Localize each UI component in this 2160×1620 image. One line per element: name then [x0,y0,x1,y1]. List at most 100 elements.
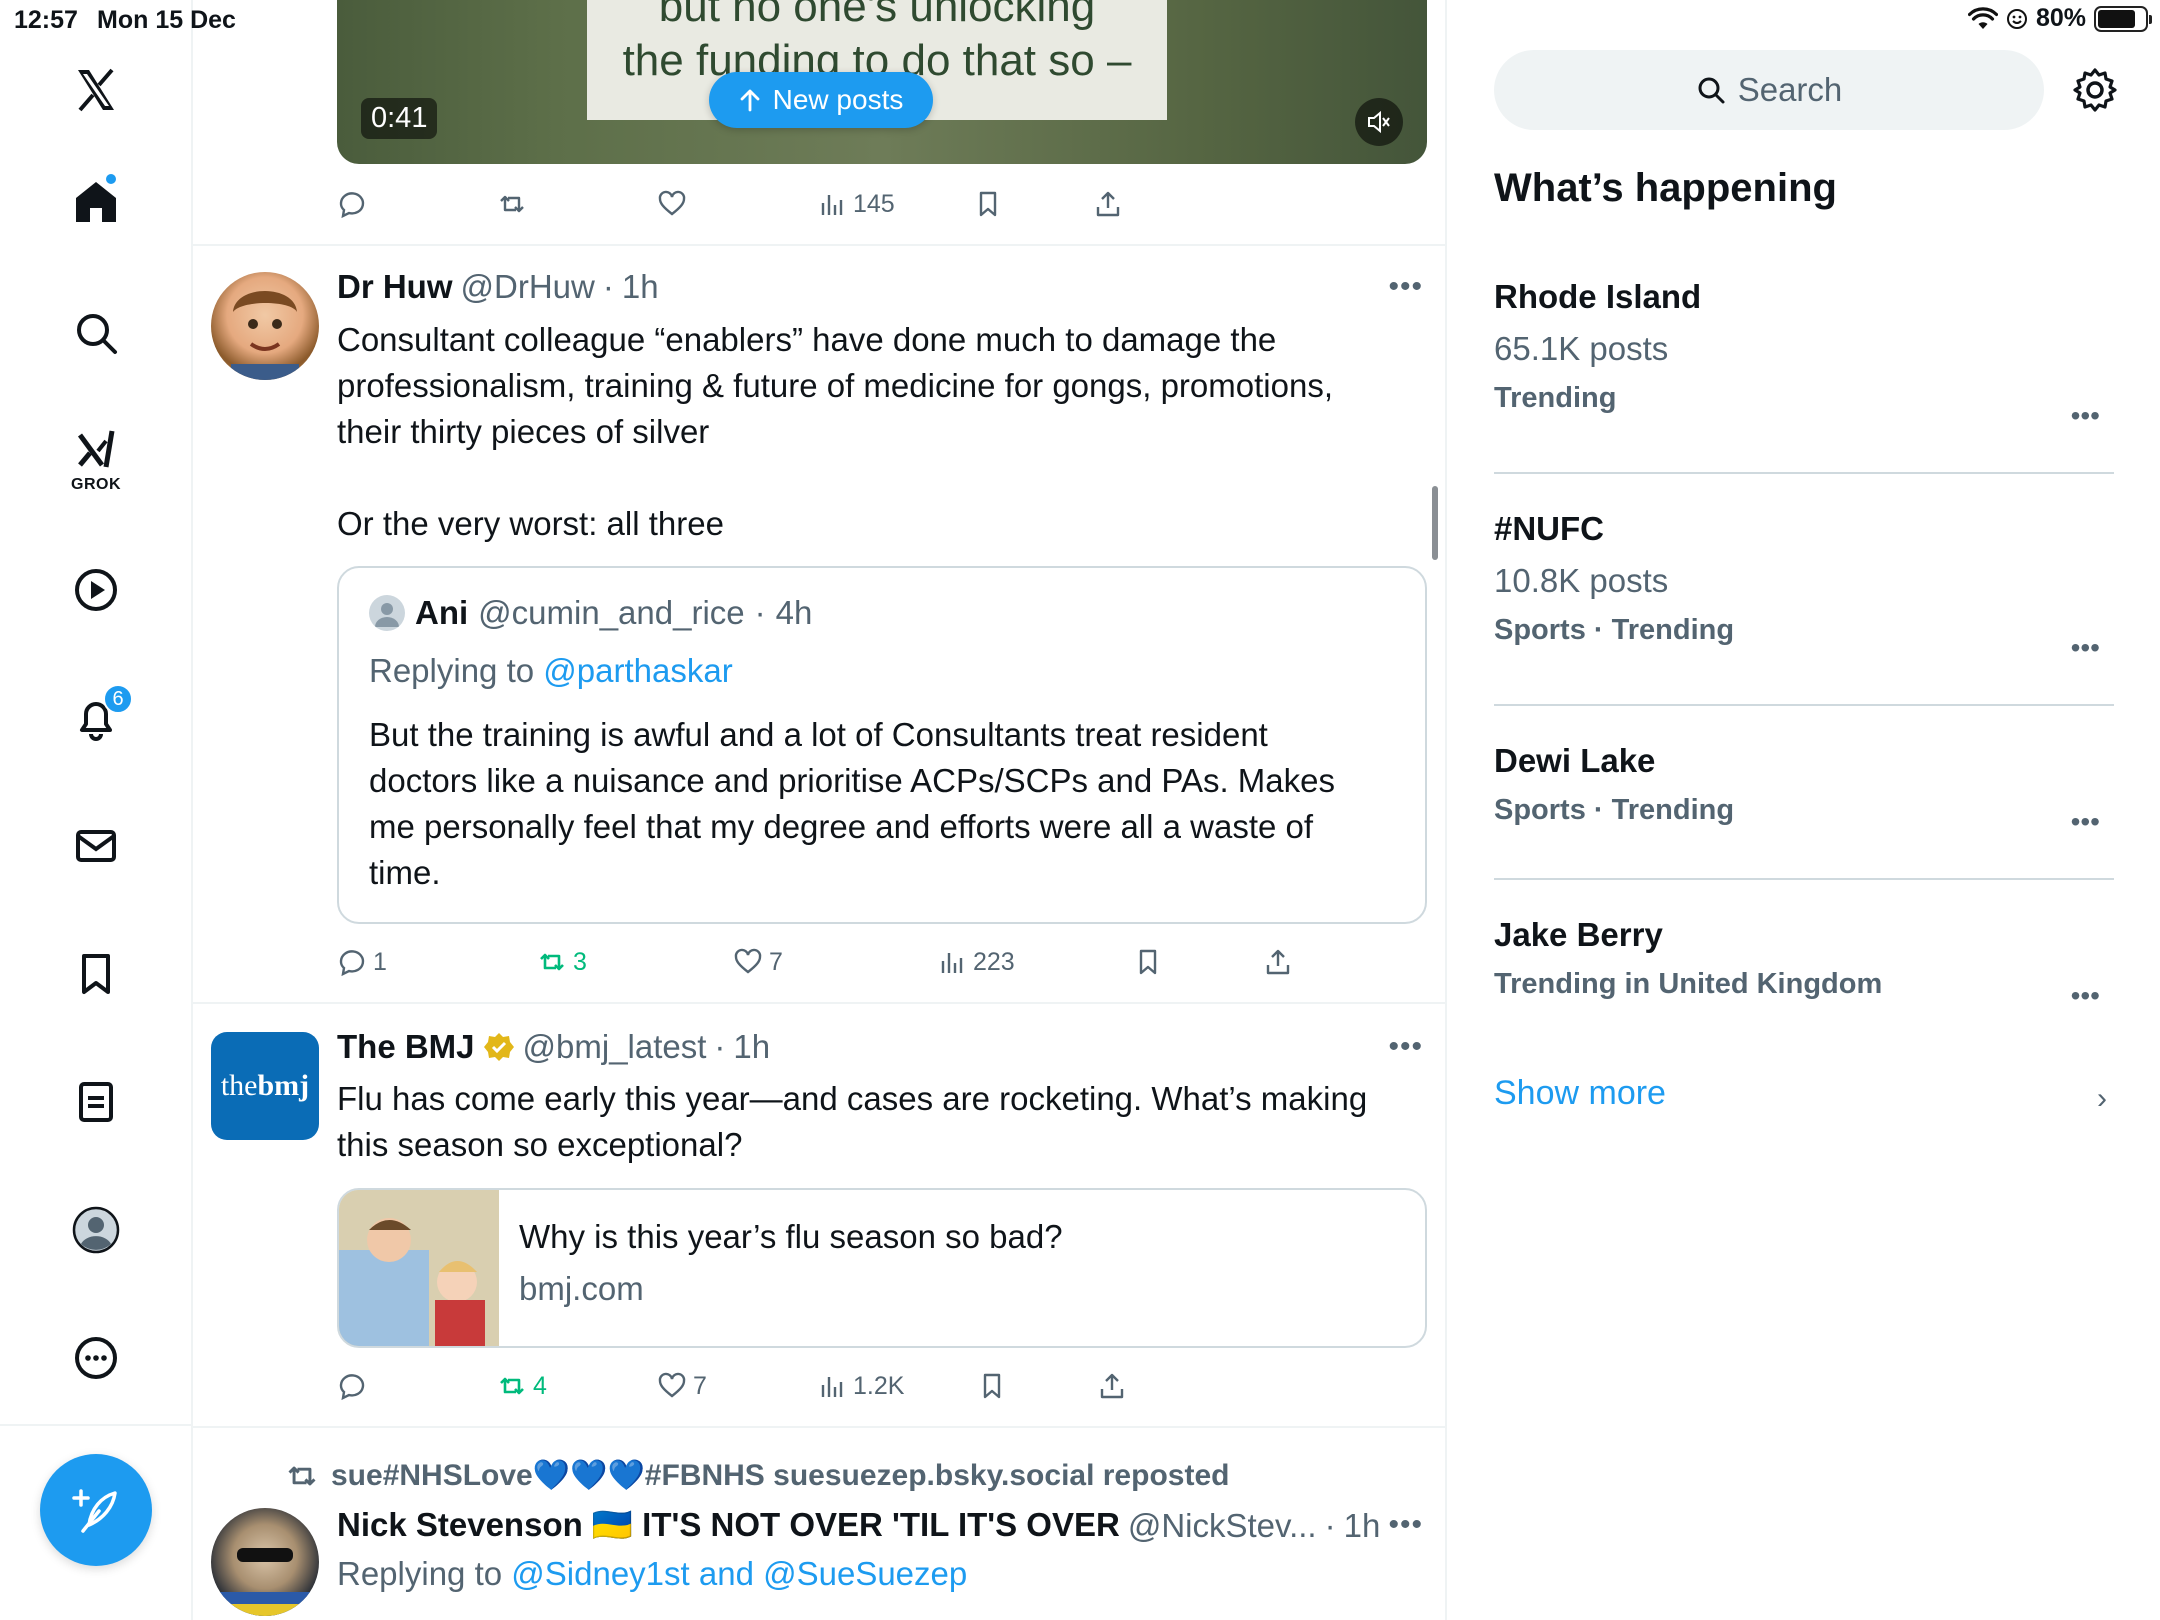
lists-icon[interactable] [56,1062,136,1142]
post-more-icon[interactable]: ••• [1388,270,1423,304]
search-input[interactable]: Search [1494,50,2044,130]
mute-button[interactable] [1355,98,1403,146]
trend-meta: Sports · Trending [1494,614,1735,646]
notifications-icon[interactable]: 6 [56,678,136,758]
author-handle[interactable]: @bmj_latest [523,1028,707,1066]
repost-button[interactable]: 3 [537,947,587,977]
reply-button[interactable] [337,189,367,219]
quote-time: 4h [775,594,813,631]
repost-button[interactable]: 4 [497,1371,547,1401]
bookmark-button[interactable] [1133,947,1163,977]
grok-label: GROK [71,476,121,493]
share-button[interactable] [1093,189,1123,219]
settings-gear-icon[interactable] [2071,66,2119,114]
post-actions: 145 [337,184,1427,224]
views-button[interactable]: 1.2K [817,1371,904,1401]
compose-post-button[interactable] [40,1454,152,1566]
tweet-text-line: Consultant colleague “enablers” have don… [337,321,1277,358]
repost-count: 3 [573,947,587,976]
bookmarks-icon[interactable] [56,934,136,1014]
views-count: 145 [853,189,895,218]
bookmark-button[interactable] [977,1371,1007,1401]
repost-count: 4 [533,1371,547,1400]
post-divider [193,244,1445,246]
grok-icon[interactable]: GROK [56,418,136,498]
trend-item[interactable]: Dewi Lake Sports · Trending ••• [1494,742,2114,842]
compose-feather-icon [72,1489,117,1533]
tweet-header: The BMJ @bmj_latest · 1h [337,1028,770,1066]
share-button[interactable] [1263,947,1293,977]
search-nav-icon[interactable] [56,293,136,373]
avatar-bmj[interactable]: the bmj [211,1032,319,1140]
bookmark-icon [983,1373,1001,1399]
profile-avatar-icon[interactable] [56,1190,136,1270]
like-button[interactable]: 7 [657,1371,707,1401]
post-time[interactable]: 1h [622,268,659,306]
views-chart-icon [821,1377,843,1397]
avatar-nickstevenson[interactable] [211,1508,319,1616]
tweet-text: Consultant colleague “enablers” have don… [337,317,1417,547]
trend-more-icon[interactable]: ••• [2071,400,2100,432]
whats-happening-heading: What’s happening [1494,166,1837,210]
battery-percent: 80% [2035,4,2086,32]
trend-meta: Sports · Trending [1494,794,1735,826]
notifications-badge: 6 [103,684,133,714]
views-button[interactable]: 223 [937,947,1015,977]
show-more-link[interactable]: Show more [1494,1074,1666,1113]
like-button[interactable]: 7 [733,947,783,977]
replying-to-link[interactable]: @parthaskar [543,652,732,689]
heart-icon [658,1372,686,1398]
link-card-image [339,1190,499,1346]
reply-button[interactable] [337,1371,367,1401]
trend-divider [1494,878,2114,880]
video-duration: 0:41 [361,98,438,139]
repost-icon [540,953,564,971]
like-button[interactable] [657,189,687,219]
replying-to-label: Replying to [369,652,535,689]
post-time[interactable]: 1h [733,1028,770,1066]
like-count: 7 [769,947,783,976]
quote-text-line: me personally feel that my degree and ef… [369,808,1314,845]
share-button[interactable] [1097,1371,1127,1401]
separator-dot: · [714,1028,726,1065]
trend-meta: Trending in United Kingdom [1494,968,1883,1000]
author-name[interactable]: Dr Huw [337,268,453,306]
bookmark-button[interactable] [973,189,1003,219]
x-logo-icon[interactable] [56,50,136,130]
author-handle[interactable]: @NickStev... [1128,1507,1317,1545]
trend-more-icon[interactable]: ••• [2071,980,2100,1012]
quoted-post[interactable]: Ani @cumin_and_rice · 4h Replying to @pa… [337,566,1427,924]
post-more-icon[interactable]: ••• [1388,1030,1423,1064]
trend-more-icon[interactable]: ••• [2071,632,2100,664]
link-card[interactable]: Why is this year’s flu season so bad? bm… [337,1188,1427,1348]
trend-item[interactable]: Rhode Island 65.1K posts Trending ••• [1494,278,2114,438]
tweet-text: Flu has come early this year—and cases a… [337,1076,1417,1168]
home-icon[interactable] [56,162,136,242]
new-posts-button[interactable]: New posts [709,72,933,128]
avatar-drhuw[interactable] [211,272,319,380]
trend-name: Rhode Island [1494,278,1702,315]
video-icon[interactable] [56,550,136,630]
share-icon [1100,1373,1124,1399]
more-options-icon[interactable] [56,1318,136,1398]
author-handle[interactable]: @DrHuw [461,268,595,306]
quote-text: But the training is awful and a lot of C… [369,712,1409,896]
post-more-icon[interactable]: ••• [1388,1508,1423,1542]
replying-to-link[interactable]: @Sidney1st and @SueSuezep [511,1555,967,1592]
status-date: Mon 15 Dec [97,6,236,34]
timeline[interactable]: but no one's unlocking the funding to do… [193,0,1447,1620]
author-name[interactable]: Nick Stevenson 🇺🇦 IT'S NOT OVER 'TIL IT'… [337,1506,1120,1545]
trend-more-icon[interactable]: ••• [2071,806,2100,838]
trend-item[interactable]: Jake Berry Trending in United Kingdom ••… [1494,916,2114,1016]
messages-icon[interactable] [56,806,136,886]
repost-button[interactable] [497,189,527,219]
reposted-by-label[interactable]: sue#NHSLove💙💙💙#FBNHS suesuezep.bsky.soci… [331,1458,1229,1493]
views-button[interactable]: 145 [817,189,895,219]
share-icon [1096,191,1120,217]
post-time[interactable]: 1h [1344,1507,1381,1545]
repost-small-icon [288,1466,316,1485]
scrollbar-thumb[interactable] [1432,486,1438,560]
reply-button[interactable]: 1 [337,947,387,977]
trend-item[interactable]: #NUFC 10.8K posts Sports · Trending ••• [1494,510,2114,670]
author-name[interactable]: The BMJ [337,1028,475,1066]
